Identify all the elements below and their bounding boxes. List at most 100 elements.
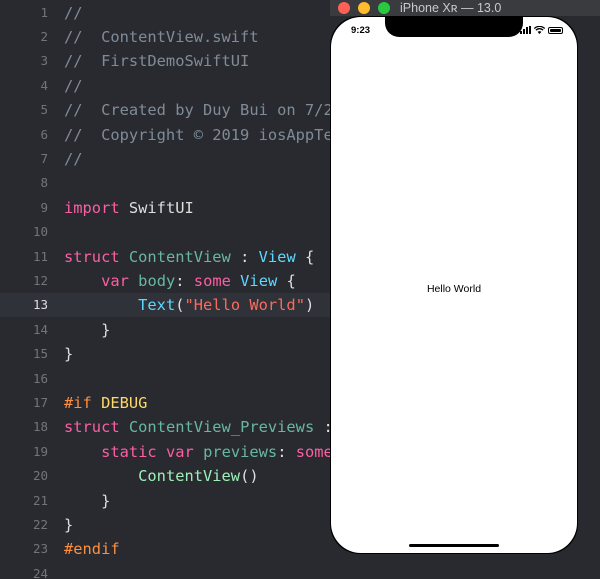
code-token: Text <box>138 296 176 315</box>
code-text: } <box>64 342 73 366</box>
code-token: { <box>295 247 315 266</box>
cellular-signal-icon <box>520 26 531 34</box>
code-token: ) <box>304 296 315 315</box>
status-bar-time: 9:23 <box>351 25 371 36</box>
code-token: struct <box>64 418 120 437</box>
line-number: 17 <box>32 394 48 410</box>
line-number: 19 <box>32 443 48 459</box>
code-token: : <box>175 271 194 290</box>
code-token: some <box>193 271 231 290</box>
zoom-button[interactable] <box>378 2 390 14</box>
code-token: some <box>295 442 333 461</box>
window-edge <box>578 16 600 579</box>
code-token: struct <box>64 247 120 266</box>
code-text: } <box>64 318 110 342</box>
code-text: struct ContentView : View { <box>64 245 314 269</box>
code-token: // <box>64 149 83 168</box>
wifi-icon <box>534 26 545 34</box>
code-token: // <box>64 3 83 22</box>
status-bar-icons <box>520 25 563 35</box>
code-token: ContentView <box>128 247 231 266</box>
code-text: // Created by Duy Bui on 7/20 <box>64 98 342 122</box>
code-text: // Copyright © 2019 iosAppTem <box>64 123 342 147</box>
line-number: 7 <box>40 150 48 166</box>
code-token: () <box>240 467 259 486</box>
line-number: 22 <box>32 516 48 532</box>
line-number: 18 <box>32 419 48 435</box>
code-token: DEBUG <box>101 393 148 412</box>
code-token: // Copyright © 2019 iosAppTem <box>64 125 342 144</box>
hello-world-text: Hello World <box>426 283 482 295</box>
code-token: // <box>64 76 83 95</box>
code-token: var <box>165 442 194 461</box>
iphone-screen[interactable]: 9:23 Hello World <box>331 17 577 553</box>
line-number: 11 <box>32 248 48 264</box>
code-text: // <box>64 74 83 98</box>
code-token: // ContentView.swift <box>64 27 259 46</box>
code-token: View <box>240 271 278 290</box>
code-token: } <box>64 515 74 534</box>
code-token: : <box>230 247 259 266</box>
code-text: #if DEBUG <box>64 391 147 415</box>
line-number: 16 <box>32 370 48 386</box>
iphone-notch <box>385 17 523 37</box>
line-number: 4 <box>40 77 48 93</box>
code-text: // <box>64 1 83 25</box>
code-token: SwiftUI <box>119 198 194 217</box>
line-number: 5 <box>40 102 48 118</box>
line-number: 2 <box>40 28 48 44</box>
line-number: 21 <box>32 492 48 508</box>
line-number: 20 <box>32 468 48 484</box>
simulator-title: iPhone Xʀ — 13.0 <box>400 1 502 15</box>
code-token: : <box>277 442 296 461</box>
line-number: 3 <box>40 53 48 69</box>
code-token: } <box>64 491 111 510</box>
code-text: var body: some View { <box>64 269 296 293</box>
code-text: ContentView() <box>64 464 259 488</box>
minimize-button[interactable] <box>358 2 370 14</box>
code-token: ContentView_Previews <box>128 418 315 437</box>
code-token: body <box>138 271 176 290</box>
code-token: ContentView <box>138 467 241 486</box>
battery-icon <box>548 26 563 34</box>
code-token: "Hello World" <box>184 296 305 315</box>
code-token: #if <box>64 393 92 412</box>
line-number: 23 <box>32 541 48 557</box>
code-text: // ContentView.swift <box>64 25 259 49</box>
code-token: { <box>277 271 296 290</box>
code-token: var <box>101 271 129 290</box>
code-token: static <box>101 442 157 461</box>
line-number: 14 <box>32 321 48 337</box>
line-number: 13 <box>32 297 48 313</box>
code-text: Text("Hello World") <box>64 293 314 317</box>
code-token: ( <box>175 296 185 315</box>
line-number: 24 <box>32 565 48 579</box>
code-token: #endif <box>64 540 120 559</box>
simulator-titlebar[interactable]: iPhone Xʀ — 13.0 <box>330 0 600 16</box>
code-token: } <box>64 320 111 339</box>
line-number: 8 <box>40 175 48 191</box>
code-token: // Created by Duy Bui on 7/20 <box>64 101 342 120</box>
code-token: View <box>258 247 296 266</box>
code-token: import <box>64 198 120 217</box>
line-number: 9 <box>40 199 48 215</box>
code-text: import SwiftUI <box>64 196 194 220</box>
code-text: // FirstDemoSwiftUI <box>64 49 249 73</box>
code-token: } <box>64 345 74 364</box>
home-indicator[interactable] <box>409 544 499 547</box>
close-button[interactable] <box>338 2 350 14</box>
code-token: // FirstDemoSwiftUI <box>64 52 250 71</box>
simulator-window[interactable]: iPhone Xʀ — 13.0 9:23 Hello World <box>330 0 600 579</box>
code-text: #endif <box>64 537 120 561</box>
